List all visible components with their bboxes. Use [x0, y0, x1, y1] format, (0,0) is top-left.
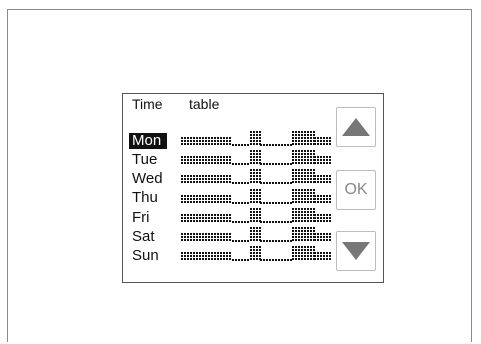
day-tue[interactable]: Tue	[129, 150, 165, 169]
screen-title-table: table	[189, 96, 220, 112]
schedule-bar-tue	[181, 150, 331, 166]
lcd-screen: Time table Mon Tue Wed Thu Fri Sat Sun O…	[122, 93, 384, 283]
up-button[interactable]	[336, 107, 376, 147]
day-list: Mon Tue Wed Thu Fri Sat Sun	[127, 131, 167, 265]
day-sun[interactable]: Sun	[129, 246, 165, 265]
schedule-bar-sat	[181, 226, 331, 242]
day-wed[interactable]: Wed	[129, 169, 165, 188]
schedule-bar-fri	[181, 207, 331, 223]
screen-title-time: Time	[132, 96, 163, 112]
down-button[interactable]	[336, 231, 376, 271]
day-mon[interactable]: Mon	[129, 133, 167, 149]
schedule-bar-sun	[181, 246, 331, 262]
triangle-down-icon	[342, 242, 370, 260]
device-frame: Time table Mon Tue Wed Thu Fri Sat Sun O…	[7, 9, 472, 342]
schedule-bars	[181, 130, 331, 264]
schedule-bar-mon	[181, 131, 331, 146]
schedule-bar-wed	[181, 169, 331, 185]
schedule-bar-thu	[181, 188, 331, 204]
day-thu[interactable]: Thu	[129, 188, 165, 207]
ok-button[interactable]: OK	[336, 170, 376, 210]
triangle-up-icon	[342, 118, 370, 136]
day-sat[interactable]: Sat	[129, 227, 165, 246]
day-fri[interactable]: Fri	[129, 208, 165, 227]
